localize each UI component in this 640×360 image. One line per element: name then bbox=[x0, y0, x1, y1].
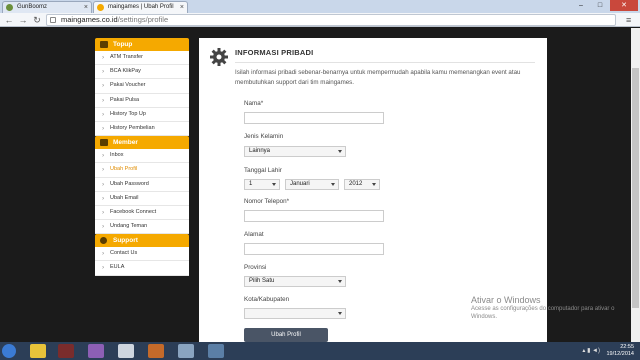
gender-value: Lainnya bbox=[249, 148, 271, 154]
phone-input[interactable] bbox=[244, 210, 384, 222]
url-path: /settings/profile bbox=[117, 15, 169, 24]
minimize-button[interactable]: – bbox=[572, 0, 590, 11]
watermark-title: Ativar o Windows bbox=[471, 295, 541, 305]
dob-label: Tanggal Lahir bbox=[244, 167, 282, 174]
chevron-down-icon bbox=[338, 280, 342, 283]
sidebar-item-ubah-password[interactable]: Ubah Password bbox=[95, 177, 189, 192]
game-icon[interactable] bbox=[58, 344, 74, 358]
chevron-down-icon bbox=[331, 183, 335, 186]
sidebar-item-contact-us[interactable]: Contact Us bbox=[95, 247, 189, 262]
dob-month-value: Januari bbox=[290, 181, 310, 187]
address-label: Alamat bbox=[244, 231, 264, 238]
province-value: Pilih Satu bbox=[249, 278, 275, 284]
close-icon[interactable]: × bbox=[84, 2, 88, 13]
sidebar-item-pakai-pulsa[interactable]: Pakai Pulsa bbox=[95, 93, 189, 108]
anime-app-icon[interactable] bbox=[88, 344, 104, 358]
page-title: INFORMASI PRIBADI bbox=[235, 48, 314, 57]
windows-activation-watermark: Ativar o Windows Acesse as configurações… bbox=[471, 295, 631, 321]
divider bbox=[235, 62, 535, 63]
chevron-down-icon bbox=[338, 150, 342, 153]
clock[interactable]: 22:55 19/12/2014 bbox=[606, 344, 634, 358]
page-scrollbar[interactable] bbox=[631, 28, 640, 342]
tab-gunboomz[interactable]: GunBoomz × bbox=[2, 1, 92, 13]
gender-label: Jenis Kelamin bbox=[244, 133, 284, 140]
gear-icon bbox=[210, 48, 228, 66]
clock-time: 22:55 bbox=[620, 344, 634, 350]
scrollbar-thumb[interactable] bbox=[632, 68, 639, 308]
menu-icon[interactable]: ≡ bbox=[626, 15, 636, 25]
sidebar-item-facebook-connect[interactable]: Facebook Connect bbox=[95, 205, 189, 221]
paw-app-icon[interactable] bbox=[148, 344, 164, 358]
dob-year-select[interactable]: 2012 bbox=[344, 179, 380, 190]
province-label: Provinsi bbox=[244, 264, 267, 271]
sidebar-item-history-pembelian[interactable]: History Pembelian bbox=[95, 121, 189, 137]
sidebar-item-undang-teman[interactable]: Undang Teman bbox=[95, 220, 189, 235]
card-icon bbox=[100, 41, 108, 48]
section-title: Member bbox=[113, 139, 138, 147]
sidebar-section-support: Support bbox=[95, 234, 189, 248]
user-icon bbox=[100, 139, 108, 147]
app-icon[interactable] bbox=[208, 344, 224, 358]
chrome-icon[interactable] bbox=[30, 344, 46, 358]
intro-text: Isilah informasi pribadi sebenar-benarny… bbox=[235, 69, 521, 86]
city-select[interactable] bbox=[244, 308, 346, 319]
support-icon bbox=[100, 237, 107, 245]
page-viewport: Topup ATM Transfer BCA KlikPay Pakai Vou… bbox=[0, 28, 640, 342]
tab-title: GunBoomz bbox=[17, 4, 48, 10]
section-title: Support bbox=[113, 237, 138, 245]
tab-title: maingames | Ubah Profil bbox=[108, 4, 174, 10]
sidebar-item-pakai-voucher[interactable]: Pakai Voucher bbox=[95, 79, 189, 94]
tab-maingames[interactable]: maingames | Ubah Profil × bbox=[93, 1, 188, 13]
app-icon[interactable] bbox=[118, 344, 134, 358]
address-input[interactable] bbox=[244, 243, 384, 255]
chevron-down-icon bbox=[372, 183, 376, 186]
section-title: Topup bbox=[113, 41, 133, 48]
forward-icon[interactable]: → bbox=[17, 14, 29, 26]
chevron-down-icon bbox=[272, 183, 276, 186]
phone-label: Nomor Telepon* bbox=[244, 198, 290, 205]
reload-icon[interactable]: ↻ bbox=[31, 14, 43, 26]
nama-input[interactable] bbox=[244, 112, 384, 124]
url-host: maingames.co.id bbox=[61, 15, 118, 24]
maximize-button[interactable]: □ bbox=[591, 0, 609, 11]
close-icon[interactable]: × bbox=[180, 2, 184, 13]
dob-year-value: 2012 bbox=[349, 181, 363, 187]
sidebar: Topup ATM Transfer BCA KlikPay Pakai Vou… bbox=[95, 38, 189, 276]
browser-tab-bar: GunBoomz × maingames | Ubah Profil × – □… bbox=[0, 0, 640, 13]
watermark-subtitle: Acesse as configurações do computador pa… bbox=[471, 306, 615, 320]
system-tray-icon[interactable]: ▴ ▮ ◄) bbox=[582, 347, 600, 354]
dob-day-select[interactable]: 1 bbox=[244, 179, 280, 190]
taskbar: ▴ ▮ ◄) 22:55 19/12/2014 bbox=[0, 342, 640, 360]
sidebar-item-eula[interactable]: EULA bbox=[95, 261, 189, 276]
address-bar[interactable]: maingames.co.id/settings/profile bbox=[46, 14, 616, 26]
close-window-button[interactable]: ✕ bbox=[610, 0, 638, 11]
sidebar-item-ubah-profil[interactable]: Ubah Profil bbox=[95, 163, 189, 178]
clock-date: 19/12/2014 bbox=[606, 351, 634, 357]
ubah-profil-button[interactable]: Ubah Profil bbox=[244, 328, 328, 342]
gender-select[interactable]: Lainnya bbox=[244, 146, 346, 157]
gunboomz-favicon-icon bbox=[6, 4, 13, 11]
folder-icon[interactable] bbox=[178, 344, 194, 358]
sidebar-item-ubah-email[interactable]: Ubah Email bbox=[95, 191, 189, 206]
sidebar-item-inbox[interactable]: Inbox bbox=[95, 149, 189, 164]
sidebar-item-bca-klikpay[interactable]: BCA KlikPay bbox=[95, 65, 189, 80]
browser-toolbar: ← → ↻ maingames.co.id/settings/profile ≡ bbox=[0, 13, 640, 27]
sidebar-section-topup: Topup bbox=[95, 38, 189, 51]
page-info-icon bbox=[50, 17, 56, 23]
sidebar-item-history-top-up[interactable]: History Top Up bbox=[95, 107, 189, 122]
maingames-favicon-icon bbox=[97, 4, 104, 11]
window-controls: – □ ✕ bbox=[572, 0, 638, 11]
nama-label: Nama* bbox=[244, 100, 264, 107]
sidebar-section-member: Member bbox=[95, 136, 189, 150]
dob-day-value: 1 bbox=[249, 181, 253, 187]
windows-start-icon[interactable] bbox=[2, 344, 16, 358]
dob-month-select[interactable]: Januari bbox=[285, 179, 339, 190]
chevron-down-icon bbox=[338, 312, 342, 315]
province-select[interactable]: Pilih Satu bbox=[244, 276, 346, 287]
back-icon[interactable]: ← bbox=[3, 14, 15, 26]
city-label: Kota/Kabupaten bbox=[244, 296, 290, 303]
sidebar-item-atm-transfer[interactable]: ATM Transfer bbox=[95, 51, 189, 66]
